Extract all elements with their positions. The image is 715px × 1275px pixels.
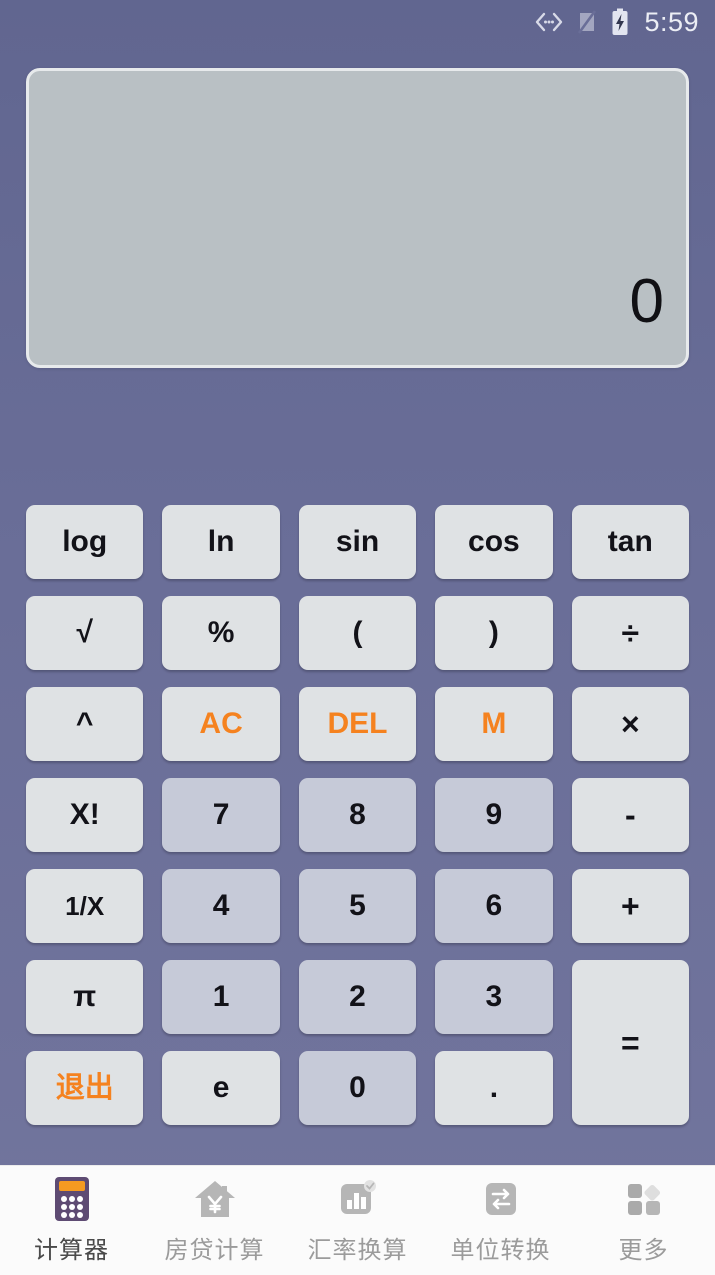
key-power[interactable]: ^	[26, 687, 144, 761]
nav-calculator-label: 计算器	[34, 1237, 109, 1264]
nav-calculator[interactable]: 计算器	[0, 1166, 143, 1275]
key-tan[interactable]: tan	[571, 505, 689, 579]
display-area: 0	[0, 44, 715, 368]
nav-exchange-rate[interactable]: 汇率换算	[286, 1166, 429, 1275]
key-sin[interactable]: sin	[298, 505, 417, 579]
key-ln[interactable]: ln	[162, 505, 280, 579]
nav-mortgage[interactable]: 房贷计算	[143, 1166, 286, 1275]
key-memory[interactable]: M	[435, 687, 553, 761]
nav-unit-conversion[interactable]: 单位转换	[429, 1166, 572, 1275]
status-bar: 5:59	[0, 0, 715, 44]
bar-chart-icon	[335, 1176, 381, 1222]
nav-exchange-rate-label: 汇率换算	[307, 1237, 408, 1264]
house-yen-icon	[192, 1176, 238, 1222]
signal-off-icon	[576, 9, 598, 35]
key-1[interactable]: 1	[162, 960, 280, 1034]
nav-more[interactable]: 更多	[572, 1166, 715, 1275]
key-2[interactable]: 2	[298, 960, 417, 1034]
key-delete[interactable]: DEL	[298, 687, 417, 761]
key-e[interactable]: e	[162, 1051, 280, 1125]
key-plus[interactable]: +	[571, 869, 689, 943]
key-percent[interactable]: %	[162, 596, 280, 670]
display-value: 0	[629, 267, 664, 336]
calculator-display: 0	[26, 68, 689, 368]
status-time: 5:59	[644, 6, 699, 37]
grid-more-icon	[621, 1176, 667, 1222]
key-exit[interactable]: 退出	[26, 1051, 144, 1125]
key-divide[interactable]: ÷	[571, 596, 689, 670]
key-equals[interactable]: =	[571, 960, 689, 1125]
key-decimal[interactable]: .	[435, 1051, 553, 1125]
key-log[interactable]: log	[26, 505, 144, 579]
key-sqrt[interactable]: √	[26, 596, 144, 670]
key-paren-close[interactable]: )	[435, 596, 553, 670]
key-7[interactable]: 7	[162, 778, 280, 852]
key-4[interactable]: 4	[162, 869, 280, 943]
key-9[interactable]: 9	[435, 778, 553, 852]
key-paren-open[interactable]: (	[298, 596, 417, 670]
key-pi[interactable]: π	[26, 960, 144, 1034]
battery-charging-icon	[610, 8, 630, 36]
bottom-navigation: 计算器 房贷计算 汇率换算 单位转换 更多	[0, 1165, 715, 1275]
key-factorial[interactable]: X!	[26, 778, 144, 852]
exchange-arrows-icon	[478, 1176, 524, 1222]
nav-mortgage-label: 房贷计算	[164, 1237, 265, 1264]
key-5[interactable]: 5	[298, 869, 417, 943]
key-6[interactable]: 6	[435, 869, 553, 943]
key-8[interactable]: 8	[298, 778, 417, 852]
nav-unit-conversion-label: 单位转换	[450, 1237, 551, 1264]
key-minus[interactable]: -	[571, 778, 689, 852]
key-3[interactable]: 3	[435, 960, 553, 1034]
nav-more-label: 更多	[618, 1237, 669, 1264]
key-cos[interactable]: cos	[435, 505, 553, 579]
key-all-clear[interactable]: AC	[162, 687, 280, 761]
key-multiply[interactable]: ×	[571, 687, 689, 761]
key-reciprocal[interactable]: 1/X	[26, 869, 144, 943]
bluetooth-data-icon	[534, 11, 564, 33]
calculator-icon	[49, 1176, 95, 1222]
key-0[interactable]: 0	[298, 1051, 417, 1125]
keypad: log ln sin cos tan √%() ÷ ^ AC DEL M × X! 7 8 9- 1/X 4 5 6 +…	[0, 505, 715, 1125]
